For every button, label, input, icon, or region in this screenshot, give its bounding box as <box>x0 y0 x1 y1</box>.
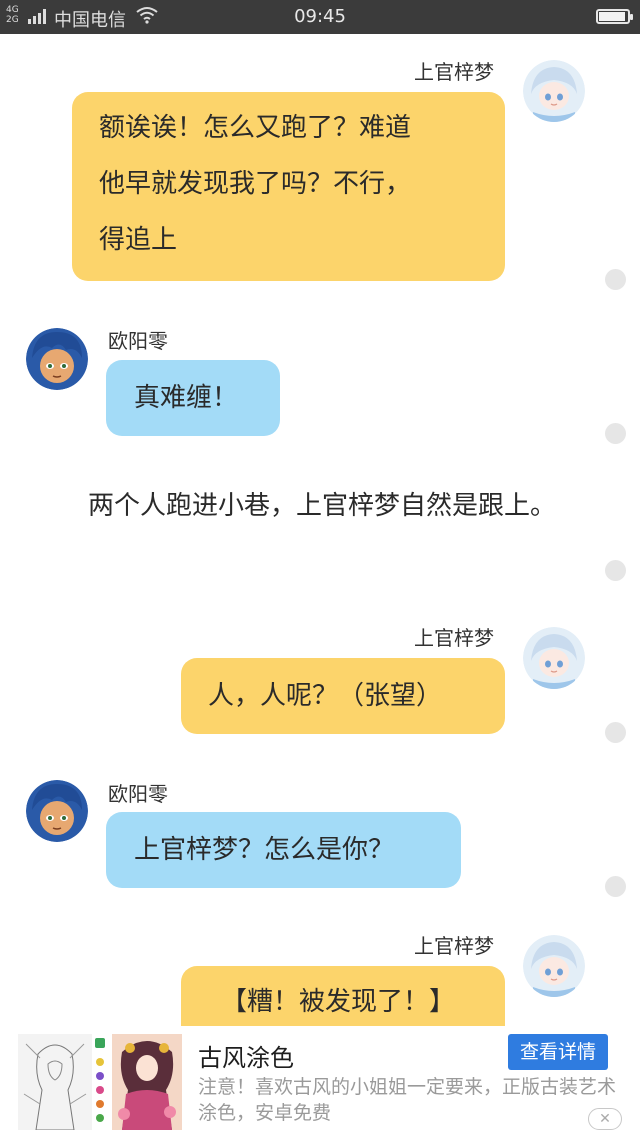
clock: 09:45 <box>294 6 346 27</box>
comment-dot[interactable] <box>605 876 626 897</box>
status-bar: 4G 2G 中国电信 09:45 <box>0 0 640 34</box>
ad-description: 注意！喜欢古风的小姐姐一定要来，正版古装艺术涂色，安卓免费 <box>198 1076 617 1124</box>
view-details-button[interactable]: 查看详情 <box>508 1034 608 1070</box>
message-line: 额诶诶！怎么又跑了？难道 <box>99 113 412 143</box>
narration-text: 两个人跑进小巷，上官梓梦自然是跟上。 <box>88 491 557 521</box>
ad-sketch-image[interactable] <box>18 1034 92 1131</box>
line-art-figure-icon <box>18 1034 92 1131</box>
battery-level <box>599 12 625 21</box>
message-line: 真难缠！ <box>134 383 239 413</box>
close-icon[interactable]: ✕ <box>588 1108 622 1130</box>
message-bubble: 真难缠！ <box>106 360 280 436</box>
comment-dot[interactable] <box>605 423 626 444</box>
painted-figure-icon <box>112 1034 182 1130</box>
sender-name: 欧阳零 <box>108 782 168 806</box>
battery-icon <box>596 9 633 24</box>
girl-avatar-icon <box>523 60 585 122</box>
ad-banner[interactable]: 古风涂色 查看详情 注意！喜欢古风的小姐姐一定要来，正版古装艺术涂色，安卓免费 … <box>0 1026 640 1138</box>
message-line: 【糟！被发现了！】 <box>221 987 456 1017</box>
sender-name: 欧阳零 <box>108 329 168 353</box>
comment-dot[interactable] <box>605 560 626 581</box>
avatar-ouyang[interactable] <box>26 780 88 842</box>
ad-colored-image[interactable] <box>112 1034 182 1130</box>
girl-avatar-icon <box>523 627 585 689</box>
message-line: 得追上 <box>99 225 178 255</box>
color-palette-icon <box>93 1034 107 1130</box>
sender-name: 上官梓梦 <box>414 934 494 958</box>
boy-avatar-icon <box>26 328 88 390</box>
message-line: 人，人呢？（张望） <box>208 681 443 711</box>
avatar-shangguan[interactable] <box>523 60 585 122</box>
ad-title[interactable]: 古风涂色 <box>198 1038 294 1073</box>
message-line: 他早就发现我了吗？不行， <box>99 169 412 199</box>
sender-name: 上官梓梦 <box>414 626 494 650</box>
girl-avatar-icon <box>523 935 585 997</box>
avatar-ouyang[interactable] <box>26 328 88 390</box>
message-bubble: 人，人呢？（张望） <box>181 658 505 734</box>
boy-avatar-icon <box>26 780 88 842</box>
message-bubble: 额诶诶！怎么又跑了？难道 他早就发现我了吗？不行， 得追上 <box>72 92 505 281</box>
avatar-shangguan[interactable] <box>523 627 585 689</box>
comment-dot[interactable] <box>605 269 626 290</box>
avatar-shangguan[interactable] <box>523 935 585 997</box>
sender-name: 上官梓梦 <box>414 60 494 84</box>
comment-dot[interactable] <box>605 722 626 743</box>
message-line: 上官梓梦？怎么是你？ <box>134 835 395 865</box>
message-bubble: 上官梓梦？怎么是你？ <box>106 812 461 888</box>
